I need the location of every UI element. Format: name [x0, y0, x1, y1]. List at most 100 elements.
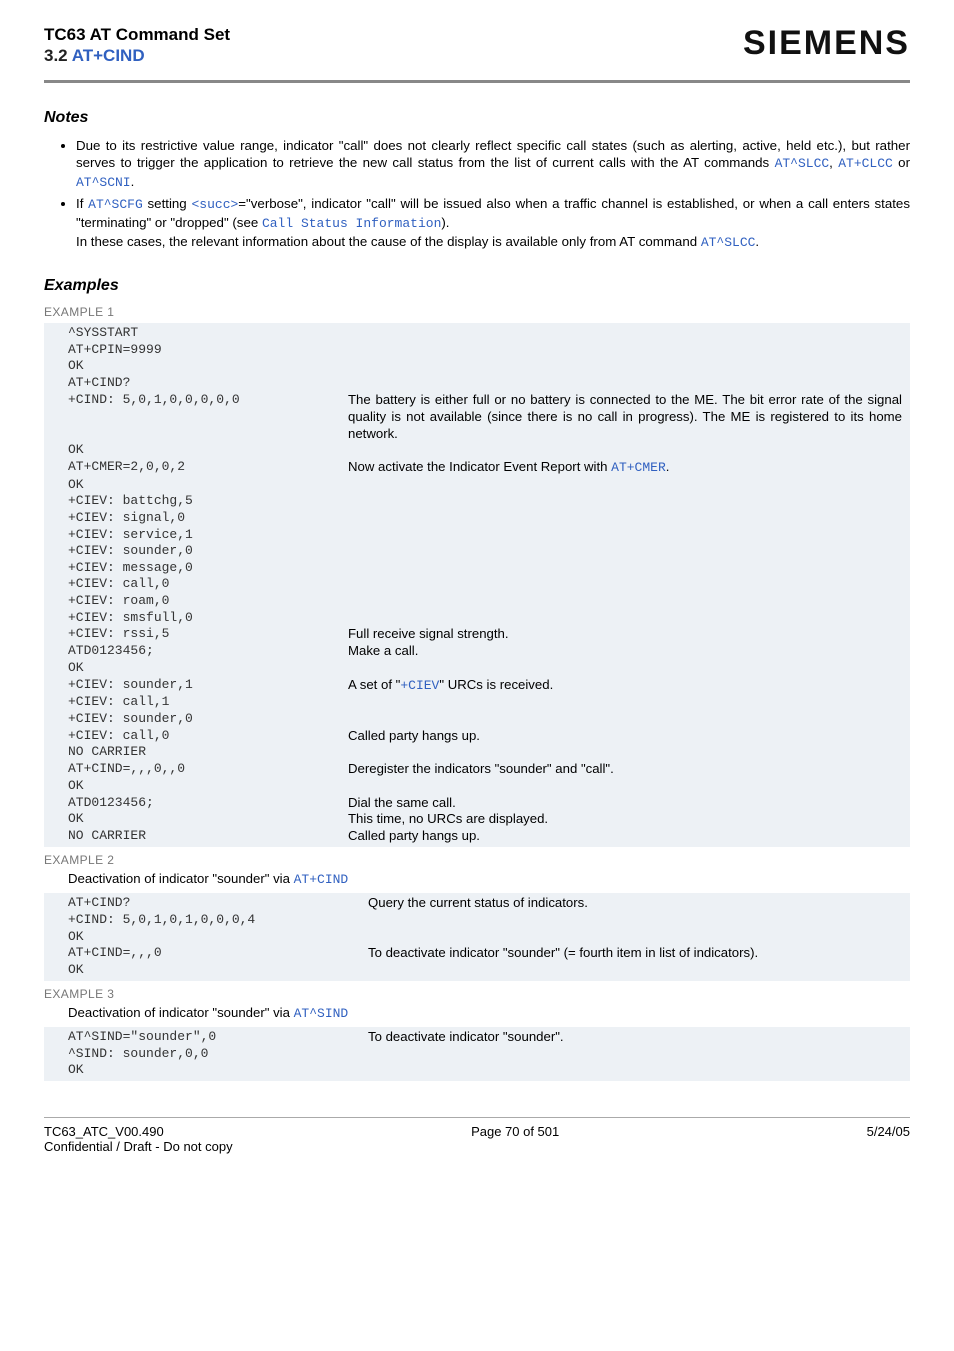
description-cell	[348, 375, 902, 392]
desc-text: Now activate the Indicator Event Report …	[348, 459, 611, 474]
command-cell: ATD0123456;	[68, 795, 348, 812]
table-row: AT^SIND="sounder",0To deactivate indicat…	[68, 1029, 902, 1046]
link-at-slcc[interactable]: AT^SLCC	[775, 156, 830, 171]
description-cell: To deactivate indicator "sounder" (= fou…	[368, 945, 902, 962]
command-cell: NO CARRIER	[68, 744, 348, 761]
example-3-block: AT^SIND="sounder",0To deactivate indicat…	[44, 1027, 910, 1081]
note-item-1: Due to its restrictive value range, indi…	[76, 137, 910, 191]
note-2-text-b: setting	[143, 196, 192, 211]
brand-logo: SIEMENS	[743, 24, 910, 63]
description-cell	[348, 442, 902, 459]
table-row: +CIEV: signal,0	[68, 510, 902, 527]
table-row: OK	[68, 778, 902, 795]
command-cell: OK	[68, 442, 348, 459]
description-cell	[348, 510, 902, 527]
page-header: TC63 AT Command Set 3.2 AT+CIND SIEMENS	[44, 24, 910, 66]
command-cell: AT+CIND?	[68, 375, 348, 392]
link-at-scfg[interactable]: AT^SCFG	[88, 197, 143, 212]
desc-text: .	[666, 459, 670, 474]
description-cell	[348, 576, 902, 593]
link-at-scni[interactable]: AT^SCNI	[76, 175, 131, 190]
link-at-clcc[interactable]: AT+CLCC	[838, 156, 893, 171]
desc-link[interactable]: +CIEV	[400, 678, 439, 693]
description-cell: A set of "+CIEV" URCs is received.	[348, 677, 902, 695]
command-cell: OK	[68, 660, 348, 677]
table-row: ^SIND: sounder,0,0	[68, 1046, 902, 1063]
table-row: NO CARRIERCalled party hangs up.	[68, 828, 902, 845]
description-cell: The battery is either full or no battery…	[348, 392, 902, 443]
table-row: ATD0123456;Make a call.	[68, 643, 902, 660]
table-row: OK	[68, 660, 902, 677]
description-cell	[348, 778, 902, 795]
command-cell: AT+CIND?	[68, 895, 368, 912]
example-1-table: ^SYSSTARTAT+CPIN=9999OKAT+CIND?+CIND: 5,…	[68, 325, 902, 845]
table-row: +CIND: 5,0,1,0,1,0,0,0,4	[68, 912, 902, 929]
footer-doc-version: TC63_ATC_V00.490	[44, 1124, 164, 1139]
command-cell: OK	[68, 811, 348, 828]
command-cell: +CIEV: message,0	[68, 560, 348, 577]
table-row: OK	[68, 358, 902, 375]
command-cell: AT^SIND="sounder",0	[68, 1029, 368, 1046]
desc-text: A set of "	[348, 677, 400, 692]
header-divider	[44, 80, 910, 83]
table-row: +CIEV: rssi,5Full receive signal strengt…	[68, 626, 902, 643]
table-row: +CIEV: sounder,0	[68, 711, 902, 728]
command-cell: OK	[68, 358, 348, 375]
command-cell: ATD0123456;	[68, 643, 348, 660]
example-3-intro-text: Deactivation of indicator "sounder" via	[68, 1005, 294, 1020]
note-1-end: .	[131, 174, 135, 189]
note-1-sep2: or	[893, 155, 910, 170]
table-row: OK	[68, 962, 902, 979]
table-row: +CIEV: battchg,5	[68, 493, 902, 510]
description-cell	[348, 493, 902, 510]
link-at-cind[interactable]: AT+CIND	[294, 872, 349, 887]
command-cell: OK	[68, 929, 368, 946]
notes-section: Notes Due to its restrictive value range…	[44, 109, 910, 251]
example-2-intro-text: Deactivation of indicator "sounder" via	[68, 871, 294, 886]
command-cell: +CIEV: sounder,0	[68, 711, 348, 728]
link-at-sind[interactable]: AT^SIND	[294, 1006, 349, 1021]
section-command-link[interactable]: AT+CIND	[72, 46, 145, 65]
command-cell: NO CARRIER	[68, 828, 348, 845]
command-cell: ^SYSSTART	[68, 325, 348, 342]
table-row: +CIEV: sounder,1A set of "+CIEV" URCs is…	[68, 677, 902, 695]
example-3-label: EXAMPLE 3	[44, 987, 910, 1001]
table-row: +CIEV: message,0	[68, 560, 902, 577]
description-cell	[348, 560, 902, 577]
table-row: ^SYSSTART	[68, 325, 902, 342]
link-call-status-info[interactable]: Call Status Information	[262, 216, 441, 231]
notes-heading: Notes	[44, 109, 910, 127]
command-cell: +CIEV: sounder,1	[68, 677, 348, 695]
description-cell: Full receive signal strength.	[348, 626, 902, 643]
table-row: +CIEV: call,0	[68, 576, 902, 593]
note-2-text-e: In these cases, the relevant information…	[76, 234, 701, 249]
desc-link[interactable]: AT+CMER	[611, 460, 666, 475]
command-cell: +CIND: 5,0,1,0,0,0,0,0	[68, 392, 348, 443]
example-3-table: AT^SIND="sounder",0To deactivate indicat…	[68, 1029, 902, 1079]
command-cell: +CIEV: smsfull,0	[68, 610, 348, 627]
table-row: AT+CPIN=9999	[68, 342, 902, 359]
command-cell: AT+CPIN=9999	[68, 342, 348, 359]
example-3-intro: Deactivation of indicator "sounder" via …	[68, 1005, 910, 1021]
link-succ-param[interactable]: <succ>	[191, 197, 238, 212]
link-at-slcc-2[interactable]: AT^SLCC	[701, 235, 756, 250]
note-2-text-d: ).	[441, 215, 449, 230]
description-cell	[368, 929, 902, 946]
description-cell	[348, 543, 902, 560]
table-row: +CIEV: call,1	[68, 694, 902, 711]
description-cell: This time, no URCs are displayed.	[348, 811, 902, 828]
description-cell	[368, 1046, 902, 1063]
table-row: NO CARRIER	[68, 744, 902, 761]
table-row: +CIND: 5,0,1,0,0,0,0,0The battery is eit…	[68, 392, 902, 443]
example-2-block: AT+CIND?Query the current status of indi…	[44, 893, 910, 981]
description-cell	[348, 744, 902, 761]
description-cell	[368, 912, 902, 929]
table-row: OK	[68, 477, 902, 494]
description-cell	[368, 962, 902, 979]
table-row: ATD0123456;Dial the same call.	[68, 795, 902, 812]
command-cell: +CIEV: battchg,5	[68, 493, 348, 510]
description-cell: To deactivate indicator "sounder".	[368, 1029, 902, 1046]
table-row: OK	[68, 442, 902, 459]
description-cell	[348, 325, 902, 342]
command-cell: +CIEV: call,1	[68, 694, 348, 711]
